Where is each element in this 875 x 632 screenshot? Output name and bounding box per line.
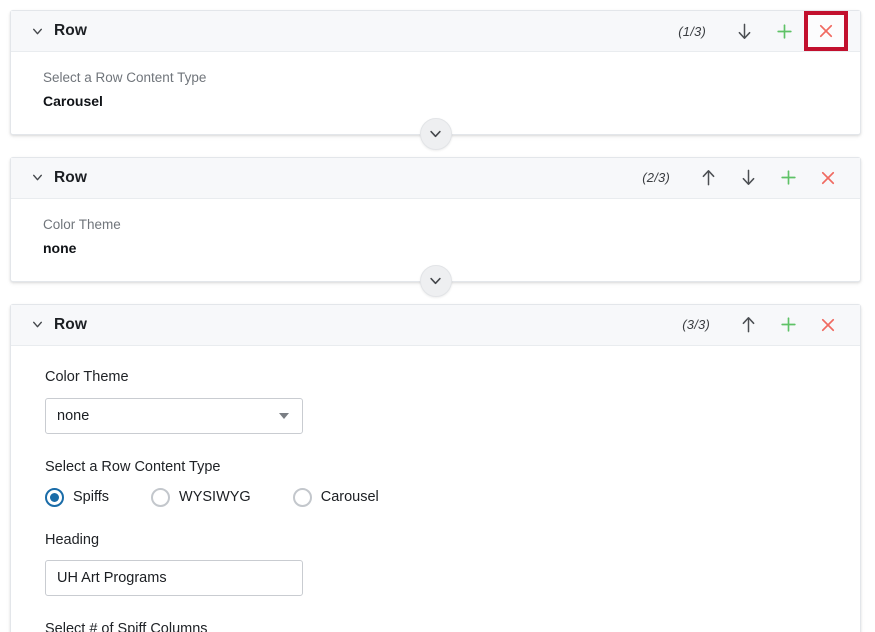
row-panel-2-title: Row xyxy=(54,168,88,186)
row-panel-2-summary-label: Color Theme xyxy=(43,216,121,232)
plus-icon xyxy=(775,22,794,41)
plus-icon xyxy=(779,315,798,334)
row-panel-2-controls: (2/3) xyxy=(642,159,848,197)
add-row-button[interactable] xyxy=(764,12,804,50)
remove-row-button[interactable] xyxy=(808,159,848,197)
content-type-group: Select a Row Content Type Spiffs WYSIWYG… xyxy=(45,458,840,507)
chevron-down-icon xyxy=(428,273,443,288)
row-panel-3-header-left: Row xyxy=(31,316,87,334)
radio-button-icon xyxy=(292,487,312,507)
color-theme-group: Color Theme none xyxy=(45,368,840,434)
arrow-down-icon xyxy=(739,168,758,187)
row-panel-1-header[interactable]: Row (1/3) xyxy=(11,11,860,52)
chevron-down-icon[interactable] xyxy=(31,171,44,184)
heading-input[interactable] xyxy=(45,560,303,597)
row-panel-2-summary-value: none xyxy=(43,239,77,256)
chevron-down-icon xyxy=(428,126,443,141)
color-theme-select-wrap: none xyxy=(45,397,303,434)
radio-option-carousel[interactable]: Carousel xyxy=(292,487,379,507)
row-panel-1-summary-value: Carousel xyxy=(43,92,103,109)
row-panel-1-title: Row xyxy=(54,22,88,39)
row-panel-3-title: Row xyxy=(54,315,88,333)
radio-option-carousel-label: Carousel xyxy=(320,489,379,506)
row-panel-3-form: Color Theme none Select a Row Content Ty… xyxy=(11,346,860,632)
spiff-columns-group: Select # of Spiff Columns 4 xyxy=(45,620,840,632)
chevron-down-icon[interactable] xyxy=(31,318,44,331)
move-row-down-button[interactable] xyxy=(724,12,764,50)
radio-option-spiffs[interactable]: Spiffs xyxy=(45,487,110,507)
row-panel-2-header[interactable]: Row (2/3) xyxy=(11,157,860,199)
heading-group: Heading xyxy=(45,531,840,597)
row-panel-1-counter: (1/3) xyxy=(678,23,706,39)
row-panel-2: Row (2/3) Color Theme none xyxy=(10,156,861,297)
row-panel-3-header[interactable]: Row (3/3) xyxy=(11,304,860,346)
radio-option-spiffs-label: Spiffs xyxy=(73,489,110,506)
remove-row-button[interactable] xyxy=(808,306,848,344)
spiff-columns-label: Select # of Spiff Columns xyxy=(45,621,208,632)
row-panel-3-controls: (3/3) xyxy=(682,306,848,344)
content-type-radio-group: Spiffs WYSIWYG Carousel xyxy=(45,487,840,507)
move-row-down-button[interactable] xyxy=(728,159,768,197)
row-panel-2-header-left: Row xyxy=(31,169,87,187)
row-panel-2-expand-toggle[interactable] xyxy=(419,264,452,297)
plus-icon xyxy=(779,168,798,187)
radio-button-icon xyxy=(151,487,171,507)
remove-row-button[interactable] xyxy=(804,11,848,51)
arrow-down-icon xyxy=(735,22,754,41)
radio-option-wysiwyg-label: WYSIWYG xyxy=(179,489,251,506)
row-panel-1-expand-toggle[interactable] xyxy=(419,117,452,150)
row-panel-3: Row (3/3) Color Theme none Select a Row … xyxy=(10,303,861,632)
add-row-button[interactable] xyxy=(768,159,808,197)
move-row-up-button[interactable] xyxy=(728,306,768,344)
row-panel-1-controls: (1/3) xyxy=(678,11,848,51)
close-icon xyxy=(817,22,835,40)
close-icon xyxy=(819,316,837,334)
row-panel-3-counter: (3/3) xyxy=(682,317,710,333)
arrow-up-icon xyxy=(699,168,718,187)
row-builder-page: Row (1/3) Select a Row Content Type Caro… xyxy=(0,0,875,632)
row-panel-2-counter: (2/3) xyxy=(642,170,670,186)
color-theme-label: Color Theme xyxy=(45,368,129,385)
close-icon xyxy=(819,169,837,187)
content-type-label: Select a Row Content Type xyxy=(45,458,221,475)
add-row-button[interactable] xyxy=(768,306,808,344)
row-panel-1-summary-label: Select a Row Content Type xyxy=(43,70,207,85)
move-row-up-button[interactable] xyxy=(688,159,728,197)
row-panel-1-header-left: Row xyxy=(31,22,87,40)
radio-option-wysiwyg[interactable]: WYSIWYG xyxy=(151,487,251,507)
color-theme-select[interactable]: none xyxy=(45,397,303,434)
row-panel-1: Row (1/3) Select a Row Content Type Caro… xyxy=(10,10,861,150)
chevron-down-icon[interactable] xyxy=(31,25,44,38)
arrow-up-icon xyxy=(739,315,758,334)
radio-button-icon xyxy=(45,487,64,507)
heading-label: Heading xyxy=(45,531,100,548)
